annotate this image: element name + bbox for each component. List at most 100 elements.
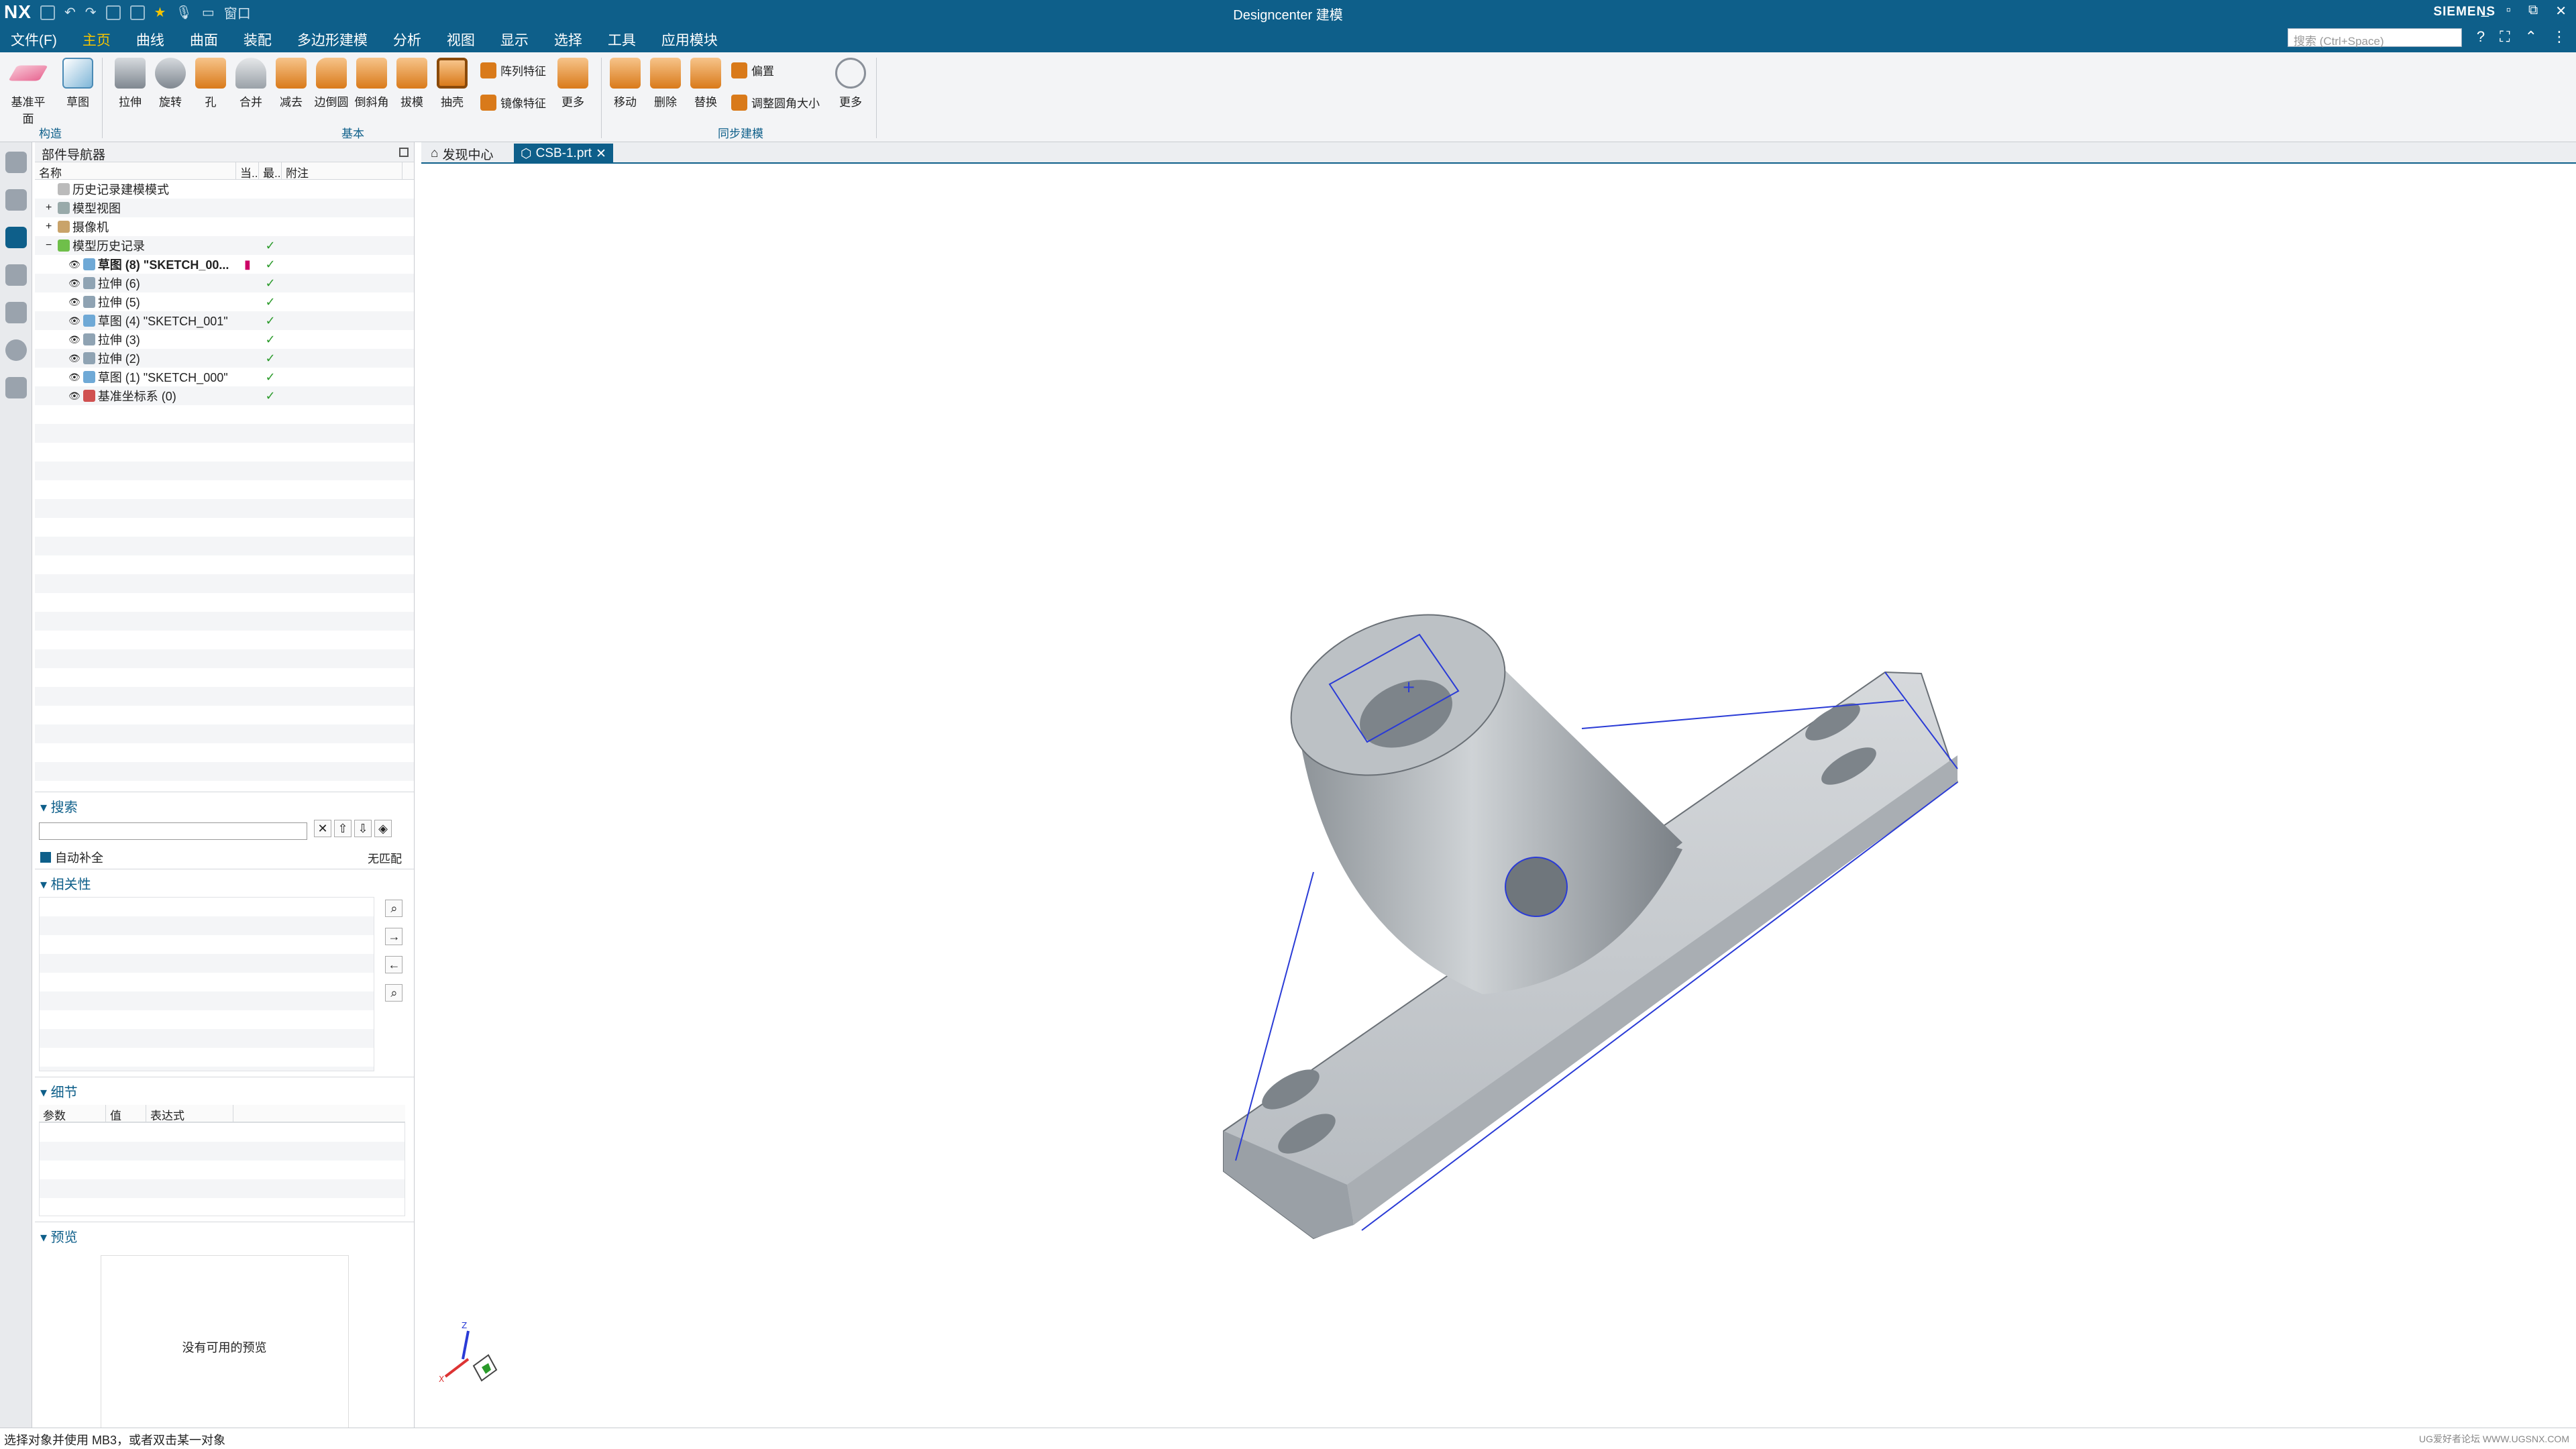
visibility-eye-icon[interactable]: 👁	[68, 372, 80, 383]
constraint-navigator-icon[interactable]	[5, 264, 27, 286]
part-navigator-icon[interactable]	[5, 227, 27, 248]
column-name[interactable]: 名称	[35, 162, 236, 180]
menu-polygon[interactable]: 多边形建模	[297, 30, 368, 54]
menu-analysis[interactable]: 分析	[393, 30, 421, 54]
tree-row[interactable]: 👁 拉伸 (2) ✓	[35, 349, 414, 368]
menu-applications[interactable]: 应用模块	[661, 30, 718, 54]
tree-row[interactable]: 👁 基准坐标系 (0) ✓	[35, 386, 414, 405]
close-button[interactable]: ✕	[2555, 3, 2567, 19]
tree-row[interactable]: 👁 草图 (4) "SKETCH_001" ✓	[35, 311, 414, 330]
sync-more-button[interactable]: 更多	[832, 58, 869, 109]
graphics-window[interactable]: + Z X	[421, 165, 2576, 1428]
tree-row[interactable]: + 摄像机	[35, 217, 414, 236]
view-triad[interactable]: Z X	[439, 1321, 498, 1384]
fullscreen-icon[interactable]: ⛶	[2500, 28, 2510, 46]
model-view[interactable]: + Z X	[421, 165, 2576, 1428]
tab-close-icon[interactable]: ✕	[596, 146, 606, 162]
collapse-ribbon-icon[interactable]: ⌃	[2525, 28, 2537, 46]
tab-discovery-center[interactable]: ⌂ 发现中心	[424, 144, 500, 164]
unite-icon	[235, 58, 266, 89]
menu-display[interactable]: 显示	[500, 30, 529, 54]
replace-face-button[interactable]: 替换	[687, 58, 724, 109]
history-icon[interactable]	[5, 339, 27, 361]
expander-icon[interactable]: +	[46, 202, 55, 214]
search-options-button[interactable]: ◈	[374, 820, 392, 837]
menu-tools[interactable]: 工具	[608, 30, 636, 54]
search-section-header[interactable]: ▾ 搜索	[35, 792, 414, 820]
menu-curve[interactable]: 曲线	[136, 30, 164, 54]
move-face-button[interactable]: 移动	[606, 58, 644, 109]
visibility-eye-icon[interactable]: 👁	[68, 353, 80, 364]
subtract-button[interactable]: 减去	[272, 58, 310, 109]
tree-row[interactable]: 👁 拉伸 (6) ✓	[35, 274, 414, 292]
tree-row[interactable]: 👁 拉伸 (5) ✓	[35, 292, 414, 311]
search-input[interactable]	[39, 822, 307, 840]
hole-button[interactable]: 孔	[192, 58, 229, 109]
tree-row[interactable]: + 模型视图	[35, 199, 414, 217]
command-search-input[interactable]: 搜索 (Ctrl+Space)	[2288, 28, 2462, 48]
preview-section-header[interactable]: ▾ 预览	[35, 1222, 414, 1250]
column-current[interactable]: 当..	[236, 162, 259, 180]
delete-face-button[interactable]: 删除	[647, 58, 684, 109]
search-up-button[interactable]: ⇧	[334, 820, 352, 837]
auto-complete-checkbox[interactable]: 自动补全 无匹配	[35, 846, 414, 869]
tree-row[interactable]: 👁 拉伸 (3) ✓	[35, 330, 414, 349]
datum-plane-button[interactable]: 基准平面	[8, 58, 48, 126]
arrow-right-icon[interactable]: →	[385, 928, 403, 945]
visibility-eye-icon[interactable]: 👁	[68, 278, 80, 289]
visibility-eye-icon[interactable]: 👁	[68, 259, 80, 270]
tree-row[interactable]: − 模型历史记录 ✓	[35, 236, 414, 255]
part-cylinder-boss[interactable]	[1267, 585, 1682, 994]
expander-icon[interactable]: −	[46, 239, 55, 252]
menu-home[interactable]: 主页	[82, 30, 111, 54]
menu-assembly[interactable]: 装配	[244, 30, 272, 54]
shell-button[interactable]: 抽壳	[433, 58, 471, 109]
tab-csb-1-prt[interactable]: ⬡ CSB-1.prt ✕	[514, 144, 613, 164]
maximize-button[interactable]: ⧉	[2528, 3, 2538, 19]
tree-row[interactable]: 👁 草图 (8) "SKETCH_00... ▮ ✓	[35, 255, 414, 274]
offset-region-button[interactable]: 偏置	[731, 62, 774, 78]
menu-surface[interactable]: 曲面	[190, 30, 218, 54]
clear-search-button[interactable]: ✕	[314, 820, 331, 837]
relevance-section-header[interactable]: ▾ 相关性	[35, 869, 414, 897]
column-latest[interactable]: 最..	[259, 162, 282, 180]
visibility-eye-icon[interactable]: 👁	[68, 390, 80, 402]
tree-row-label: 基准坐标系 (0)	[97, 390, 176, 403]
zoom-icon[interactable]: ⌕	[385, 900, 403, 917]
mirror-feature-button[interactable]: 镜像特征	[480, 94, 546, 111]
menu-file[interactable]: 文件(F)	[11, 30, 57, 54]
extrude-button[interactable]: 拉伸	[111, 58, 149, 109]
process-studio-icon[interactable]	[5, 377, 27, 398]
assembly-navigator-icon[interactable]	[5, 189, 27, 211]
restore-button[interactable]: ▫	[2506, 3, 2511, 19]
pin-icon[interactable]	[399, 148, 409, 157]
more-options-icon[interactable]: ⋮	[2552, 28, 2567, 46]
search-down-button[interactable]: ⇩	[354, 820, 372, 837]
visibility-eye-icon[interactable]: 👁	[68, 334, 80, 345]
expander-icon[interactable]: +	[46, 221, 55, 233]
pattern-feature-button[interactable]: 阵列特征	[480, 62, 546, 78]
checkbox-checked[interactable]	[40, 852, 51, 863]
basic-more-button[interactable]: 更多	[554, 58, 592, 109]
draft-button[interactable]: 拔模	[393, 58, 431, 109]
column-notes[interactable]: 附注	[282, 162, 402, 180]
visibility-eye-icon[interactable]: 👁	[68, 297, 80, 308]
zoom-out-icon[interactable]: ⌕	[385, 984, 403, 1002]
edge-blend-button[interactable]: 边倒圆	[313, 58, 350, 109]
minimize-button[interactable]: _	[2481, 3, 2489, 19]
visibility-eye-icon[interactable]: 👁	[68, 315, 80, 327]
sketch-button[interactable]: 草图	[59, 58, 97, 109]
help-icon[interactable]: ?	[2477, 28, 2485, 46]
tree-row[interactable]: 历史记录建模模式	[35, 180, 414, 199]
menu-view[interactable]: 视图	[447, 30, 475, 54]
tree-row[interactable]: 👁 草图 (1) "SKETCH_000" ✓	[35, 368, 414, 386]
settings-icon[interactable]	[5, 152, 27, 173]
unite-button[interactable]: 合并	[232, 58, 270, 109]
revolve-button[interactable]: 旋转	[152, 58, 189, 109]
menu-select[interactable]: 选择	[554, 30, 582, 54]
web-browser-icon[interactable]	[5, 302, 27, 323]
details-section-header[interactable]: ▾ 细节	[35, 1077, 414, 1105]
chamfer-button[interactable]: 倒斜角	[353, 58, 390, 109]
resize-blend-button[interactable]: 调整圆角大小	[731, 94, 820, 111]
arrow-left-icon[interactable]: ←	[385, 956, 403, 973]
